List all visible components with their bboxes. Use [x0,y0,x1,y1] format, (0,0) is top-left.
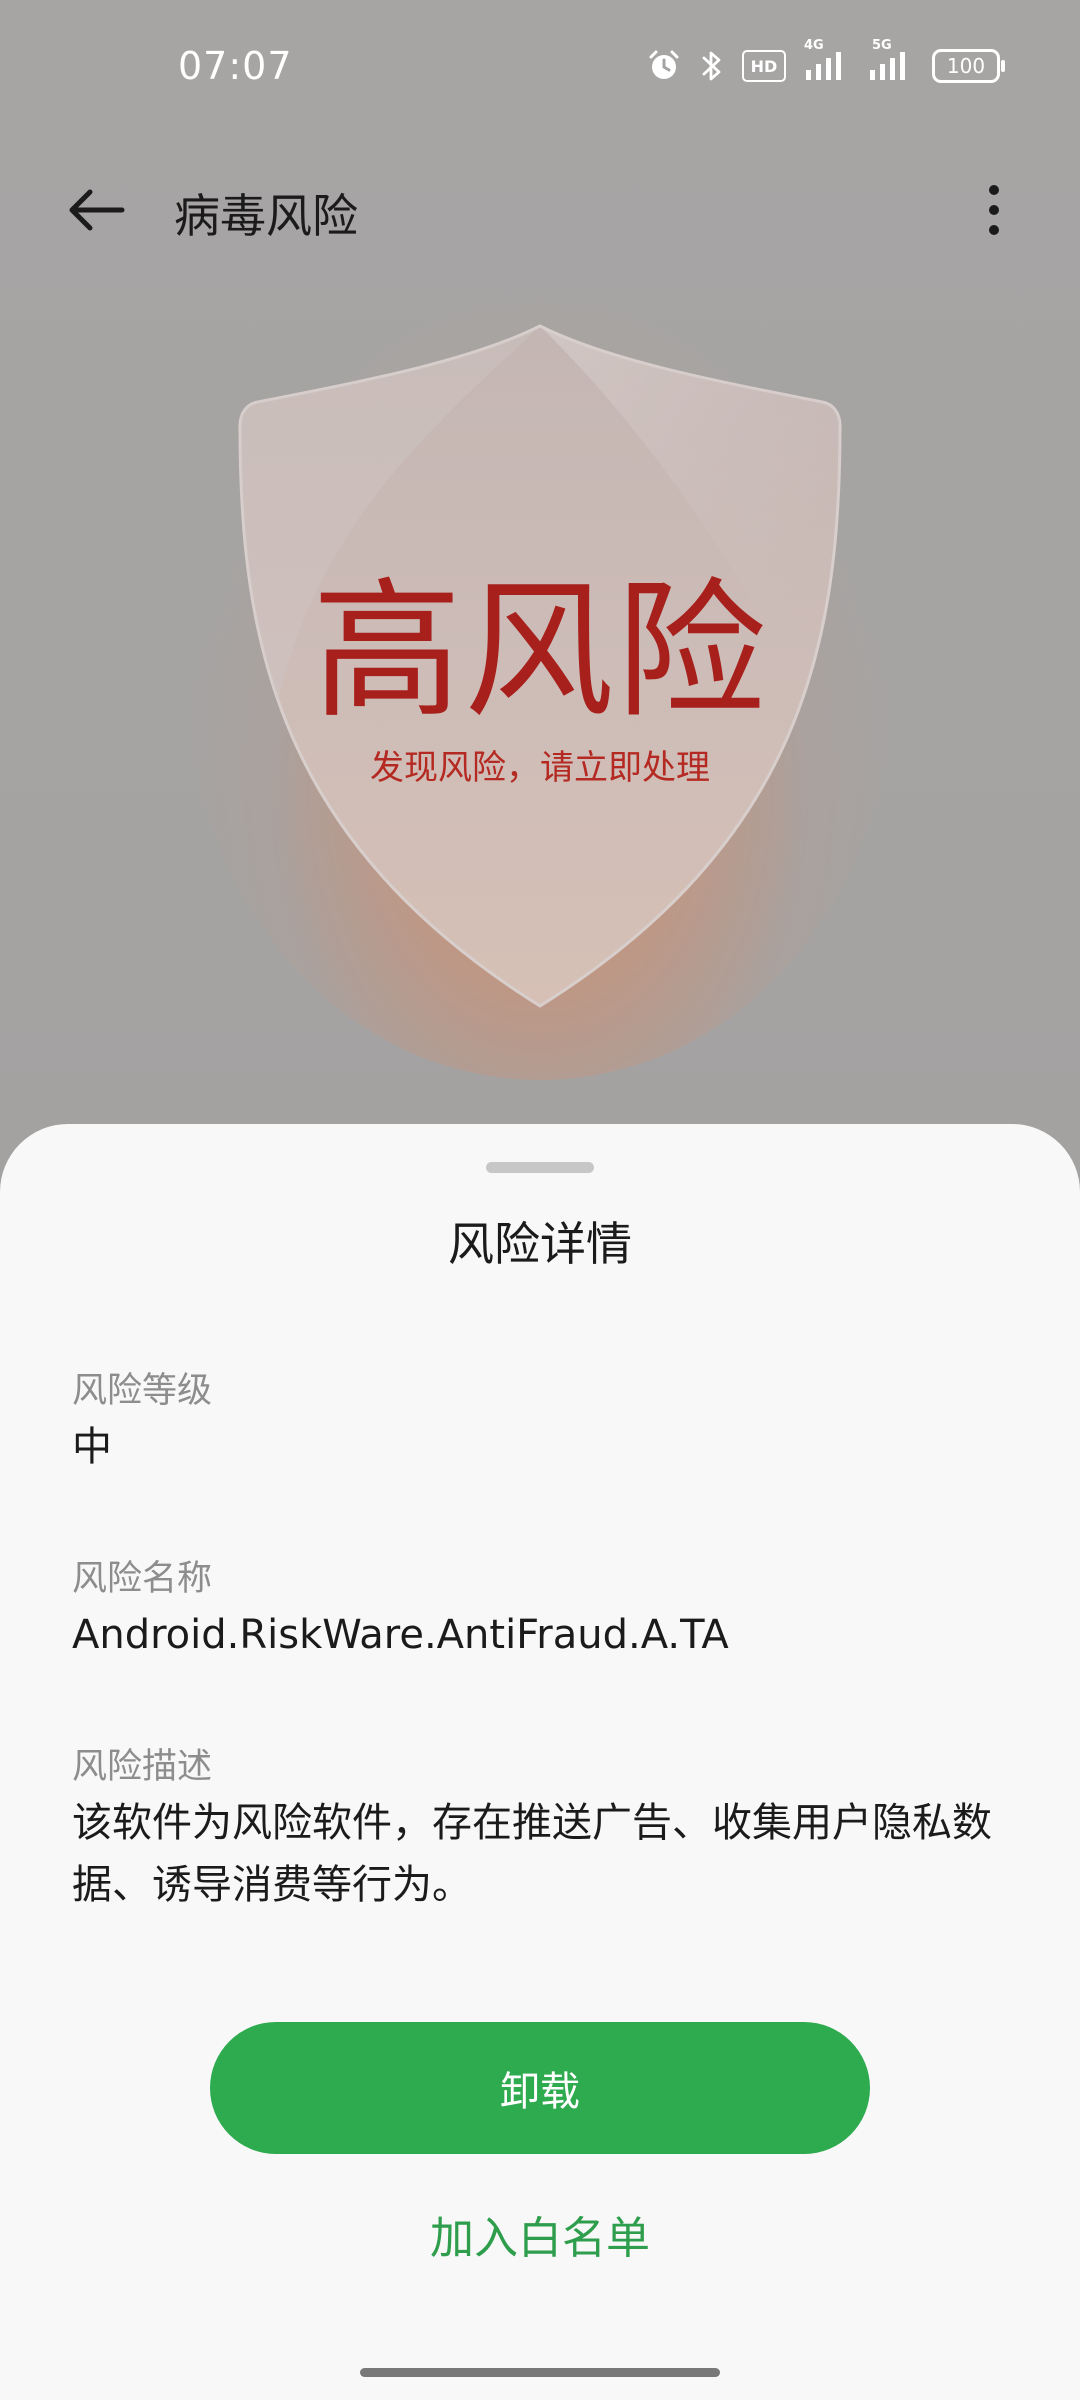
hd-label: HD [750,56,778,76]
network-5g-label: 5G [872,38,892,53]
risk-level-value: 中 [72,1424,112,1470]
signal-5g-icon: 5G [866,38,914,84]
more-options-button[interactable] [964,178,1024,242]
sheet-drag-handle[interactable] [486,1162,594,1173]
sheet-title: 风险详情 [448,1217,632,1271]
risk-description-label: 风险描述 [72,1747,213,1787]
battery-level: 100 [946,54,986,78]
risk-description-value: 该软件为风险软件，存在推送广告、收集用户隐私数据、诱导消费等行为。 [72,1800,992,1908]
hd-voice-icon: HD [742,50,786,82]
risk-detail-sheet: 风险详情 风险等级 中 风险名称 Android.RiskWare.AntiFr… [0,1124,1080,2400]
app-bar: 病毒风险 [0,150,1080,270]
status-time: 07:07 [178,44,293,88]
add-to-whitelist-link[interactable]: 加入白名单 [0,2202,1080,2266]
page-title: 病毒风险 [174,189,358,243]
risk-name-label: 风险名称 [72,1559,213,1599]
screen: 07:07 HD 4G 5G 100 病毒风险 高风险 发现风险，请立即处理 风… [0,0,1080,2400]
more-vertical-icon [989,185,999,235]
bluetooth-icon [700,48,724,84]
uninstall-button-label: 卸载 [500,2069,580,2115]
battery-icon: 100 [932,49,1005,83]
status-bar: 07:07 HD 4G 5G 100 [0,0,1080,136]
risk-level-label: 风险等级 [72,1371,213,1411]
back-button[interactable] [56,178,136,242]
signal-4g-icon: 4G [804,38,848,84]
status-icons: HD 4G 5G 100 [646,38,1005,84]
risk-name-value: Android.RiskWare.AntiFraud.A.TA [72,1612,729,1658]
risk-level-title: 高风险 [311,565,768,739]
arrow-left-icon [69,189,125,231]
alarm-icon [646,48,682,84]
uninstall-button[interactable]: 卸载 [210,2022,870,2154]
risk-message: 发现风险，请立即处理 [370,748,710,788]
network-4g-label: 4G [804,38,824,53]
gesture-nav-bar[interactable] [360,2368,720,2377]
